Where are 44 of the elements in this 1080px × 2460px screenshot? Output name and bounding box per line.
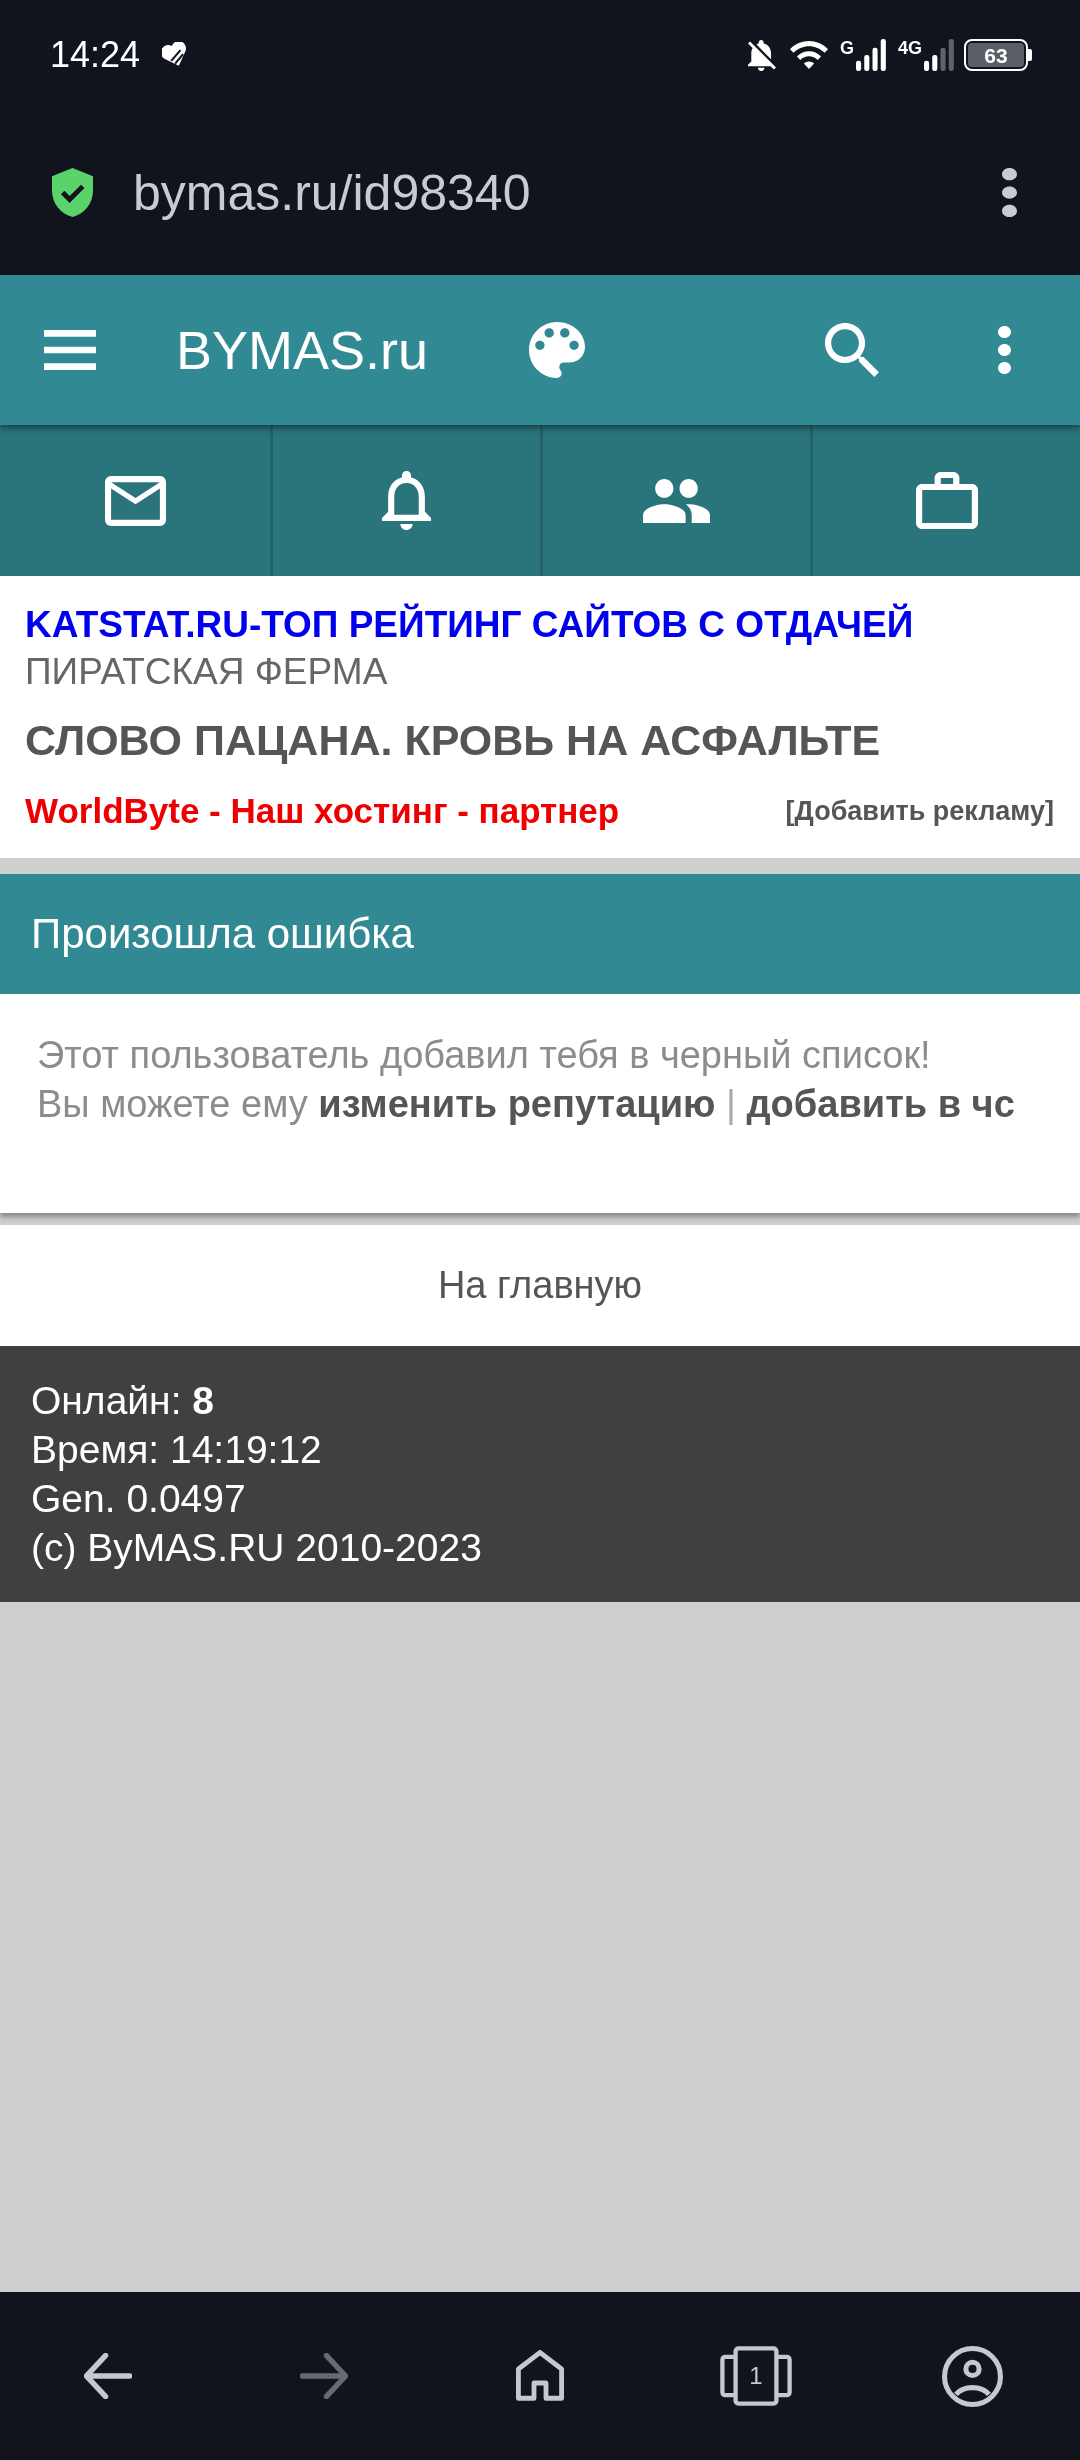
back-arrow-icon bbox=[84, 2353, 132, 2399]
error-title: Произошла ошибка bbox=[31, 913, 414, 955]
url-text[interactable]: bymas.ru/id98340 bbox=[133, 167, 531, 218]
notifications-off-icon bbox=[747, 39, 776, 71]
tabs-button[interactable]: 1 bbox=[716, 2342, 796, 2410]
site-title[interactable]: BYMAS.ru bbox=[176, 323, 429, 377]
search-icon bbox=[825, 323, 879, 377]
profile-icon bbox=[941, 2345, 1003, 2407]
server-time: Время: 14:19:12 bbox=[31, 1427, 322, 1473]
signal-icon bbox=[924, 39, 954, 71]
briefcase-icon bbox=[915, 472, 978, 529]
generation-time: Gen. 0.0497 bbox=[31, 1476, 246, 1522]
signal-icon bbox=[856, 39, 886, 71]
services-button[interactable] bbox=[810, 425, 1080, 576]
network-type-label: G bbox=[839, 39, 854, 57]
change-reputation-link[interactable]: изменить репутацию bbox=[318, 1083, 716, 1125]
network-type-label: 4G bbox=[898, 39, 922, 57]
battery-indicator: 63 bbox=[964, 39, 1032, 71]
wifi-icon bbox=[789, 41, 828, 69]
ad-link[interactable]: KATSTAT.RU-ТОП РЕЙТИНГ САЙТОВ С ОТДАЧЕЙ bbox=[25, 601, 914, 649]
more-vertical-icon bbox=[1002, 168, 1017, 217]
status-time: 14:24 bbox=[50, 37, 141, 73]
more-vertical-icon bbox=[998, 326, 1011, 374]
online-count: Онлайн: 8 bbox=[31, 1378, 215, 1424]
ad-link[interactable]: WorldByte - Наш хостинг - партнер bbox=[25, 784, 620, 838]
ad-link[interactable]: ПИРАТСКАЯ ФЕРМА bbox=[25, 649, 388, 695]
copyright-text: (c) ByMAS.RU 2010-2023 bbox=[31, 1525, 482, 1571]
menu-icon bbox=[44, 330, 96, 370]
ad-link[interactable]: СЛОВО ПАЦАНА. КРОВЬ НА АСФАЛЬТЕ bbox=[25, 713, 881, 767]
blacklist-link[interactable]: добавить в чс bbox=[746, 1083, 1015, 1125]
bell-icon bbox=[382, 471, 431, 530]
palette-icon bbox=[529, 322, 586, 378]
shield-check-icon bbox=[52, 168, 93, 217]
friends-button[interactable] bbox=[540, 425, 810, 576]
home-link[interactable]: На главную bbox=[0, 1225, 1080, 1346]
notifications-button[interactable] bbox=[270, 425, 540, 576]
forward-arrow-icon bbox=[300, 2353, 348, 2399]
messages-button[interactable] bbox=[0, 425, 270, 576]
tabs-icon bbox=[720, 2346, 792, 2406]
error-message: Этот пользователь добавил тебя в черный список! Вы можете ему изменить репутацию | добавить в чс bbox=[37, 1033, 1016, 1127]
home-icon bbox=[516, 2350, 564, 2402]
add-ad-link[interactable]: [Добавить рекламу] bbox=[785, 797, 1054, 825]
mail-icon bbox=[104, 475, 166, 526]
people-icon bbox=[643, 478, 710, 523]
